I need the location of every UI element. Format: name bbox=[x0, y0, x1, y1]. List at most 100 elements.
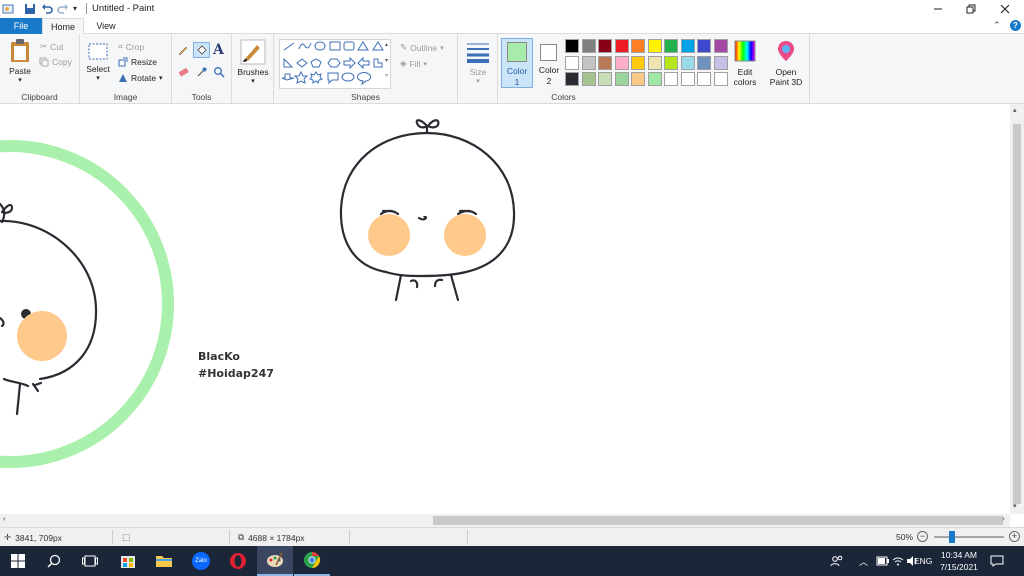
palette-swatch[interactable] bbox=[614, 55, 629, 70]
palette-swatch[interactable] bbox=[713, 39, 728, 53]
magnifier-icon[interactable] bbox=[213, 66, 225, 80]
palette-swatch[interactable] bbox=[598, 55, 612, 70]
zoom-slider-track[interactable] bbox=[934, 536, 1004, 538]
edit-colors-button[interactable]: Edit colors bbox=[730, 38, 760, 88]
customize-quick-access-icon[interactable]: ▾ bbox=[73, 2, 77, 15]
palette-swatch[interactable] bbox=[664, 39, 678, 53]
palette-swatch[interactable] bbox=[647, 39, 662, 53]
rotate-button[interactable]: Rotate ▾ bbox=[118, 73, 163, 83]
palette-swatch[interactable] bbox=[697, 72, 711, 86]
shapes-gallery[interactable] bbox=[279, 39, 391, 89]
zoom-slider-thumb[interactable] bbox=[949, 531, 955, 543]
fill-button[interactable]: ◈ Fill ▾ bbox=[400, 58, 427, 69]
palette-swatch[interactable] bbox=[614, 39, 629, 53]
select-dropdown-icon[interactable]: ▾ bbox=[85, 74, 111, 82]
task-view-button[interactable] bbox=[72, 546, 108, 576]
palette-swatch[interactable] bbox=[581, 55, 596, 70]
horizontal-scroll-thumb[interactable] bbox=[433, 516, 1003, 525]
minimize-button[interactable] bbox=[921, 0, 955, 18]
palette-swatch[interactable] bbox=[565, 72, 579, 86]
palette-swatch[interactable] bbox=[614, 72, 629, 86]
horizontal-scrollbar[interactable]: ‹ › bbox=[0, 514, 1010, 527]
restore-button[interactable] bbox=[954, 0, 988, 18]
palette-swatch[interactable] bbox=[713, 72, 728, 86]
start-button[interactable] bbox=[0, 546, 36, 576]
palette-swatch[interactable] bbox=[680, 39, 695, 53]
drawing-canvas[interactable]: BlacKo #Hoidap247 bbox=[0, 104, 1010, 514]
palette-swatch[interactable] bbox=[680, 55, 695, 70]
vertical-scrollbar[interactable]: ▴ ▾ bbox=[1010, 104, 1024, 514]
scroll-right-icon[interactable]: › bbox=[1002, 514, 1005, 523]
language-indicator[interactable]: ENG bbox=[914, 546, 932, 576]
palette-swatch[interactable] bbox=[598, 72, 612, 86]
notifications-icon[interactable] bbox=[990, 546, 1004, 576]
shapes-scroll-up-icon[interactable]: ▴ bbox=[385, 41, 388, 48]
fill-tool-icon[interactable] bbox=[193, 42, 210, 58]
shapes-group: ▴ ▾ ▿ ✎ Outline ▾ ◈ Fill ▾ Shapes bbox=[274, 34, 458, 104]
color-picker-icon[interactable] bbox=[196, 66, 208, 80]
crop-button[interactable]: ⌗ Crop bbox=[118, 41, 144, 52]
palette-swatch[interactable] bbox=[697, 39, 711, 53]
open-paint3d-button[interactable]: Open Paint 3D bbox=[766, 38, 806, 88]
redo-icon[interactable] bbox=[57, 2, 69, 15]
palette-swatch[interactable] bbox=[565, 39, 579, 53]
wifi-icon[interactable] bbox=[892, 546, 904, 576]
palette-swatch[interactable] bbox=[647, 55, 662, 70]
scroll-up-icon[interactable]: ▴ bbox=[1013, 106, 1017, 114]
palette-swatch[interactable] bbox=[647, 72, 662, 86]
taskbar-file-explorer[interactable] bbox=[146, 546, 182, 576]
tab-view[interactable]: View bbox=[86, 18, 126, 34]
copy-button[interactable]: Copy bbox=[39, 57, 72, 67]
paste-button[interactable]: Paste ▾ bbox=[4, 38, 36, 84]
color1-button[interactable]: Color 1 bbox=[501, 38, 533, 88]
palette-swatch[interactable] bbox=[680, 72, 695, 86]
palette-swatch[interactable] bbox=[631, 55, 645, 70]
palette-swatch[interactable] bbox=[581, 72, 596, 86]
tab-file[interactable]: File bbox=[0, 18, 42, 34]
scroll-left-icon[interactable]: ‹ bbox=[3, 514, 6, 523]
palette-swatch[interactable] bbox=[631, 72, 645, 86]
palette-swatch[interactable] bbox=[664, 72, 678, 86]
size-button[interactable]: Size ▾ bbox=[462, 39, 494, 85]
taskbar-paint[interactable] bbox=[257, 546, 293, 576]
save-icon[interactable] bbox=[24, 2, 36, 15]
select-button[interactable]: Select ▾ bbox=[85, 42, 111, 82]
resize-button[interactable]: Resize bbox=[118, 57, 157, 67]
tab-home[interactable]: Home bbox=[42, 18, 84, 34]
cut-button[interactable]: ✂ Cut bbox=[40, 41, 63, 52]
brushes-button[interactable]: Brushes ▾ bbox=[235, 39, 271, 85]
palette-swatch[interactable] bbox=[631, 39, 645, 53]
palette-swatch[interactable] bbox=[713, 55, 728, 70]
collapse-ribbon-icon[interactable]: ⌃ bbox=[993, 20, 1001, 31]
shapes-scroll-down-icon[interactable]: ▾ bbox=[385, 57, 388, 64]
palette-swatch[interactable] bbox=[697, 55, 711, 70]
undo-icon[interactable] bbox=[41, 2, 53, 15]
palette-swatch[interactable] bbox=[664, 55, 678, 70]
battery-icon[interactable] bbox=[876, 546, 890, 576]
zoom-out-button[interactable]: − bbox=[917, 531, 928, 542]
vertical-scroll-thumb[interactable] bbox=[1013, 124, 1021, 504]
zoom-in-button[interactable]: + bbox=[1009, 531, 1020, 542]
scroll-down-icon[interactable]: ▾ bbox=[1013, 502, 1017, 510]
paste-dropdown-icon[interactable]: ▾ bbox=[4, 76, 36, 84]
taskbar-chrome[interactable] bbox=[294, 546, 330, 576]
palette-swatch[interactable] bbox=[581, 39, 596, 53]
taskbar-zalo[interactable]: Zalo bbox=[183, 546, 219, 576]
palette-swatch[interactable] bbox=[598, 39, 612, 53]
eraser-icon[interactable] bbox=[177, 66, 189, 80]
shapes-expand-icon[interactable]: ▿ bbox=[385, 72, 388, 79]
close-button[interactable] bbox=[988, 0, 1022, 18]
show-hidden-icons-icon[interactable]: ︿ bbox=[859, 546, 868, 576]
clock[interactable]: 10:34 AM 7/15/2021 bbox=[938, 546, 980, 576]
taskbar-opera[interactable] bbox=[220, 546, 256, 576]
outline-button[interactable]: ✎ Outline ▾ bbox=[400, 42, 444, 53]
text-tool-icon[interactable]: A bbox=[213, 42, 224, 58]
color2-button[interactable]: Color 2 bbox=[535, 38, 563, 88]
help-icon[interactable]: ? bbox=[1010, 20, 1021, 31]
pencil-icon[interactable] bbox=[177, 44, 189, 58]
taskbar-app-store[interactable] bbox=[110, 546, 146, 576]
palette-swatch[interactable] bbox=[565, 55, 579, 70]
paint-app-icon[interactable] bbox=[2, 2, 14, 15]
people-icon[interactable] bbox=[830, 546, 844, 576]
search-button[interactable] bbox=[36, 546, 72, 576]
